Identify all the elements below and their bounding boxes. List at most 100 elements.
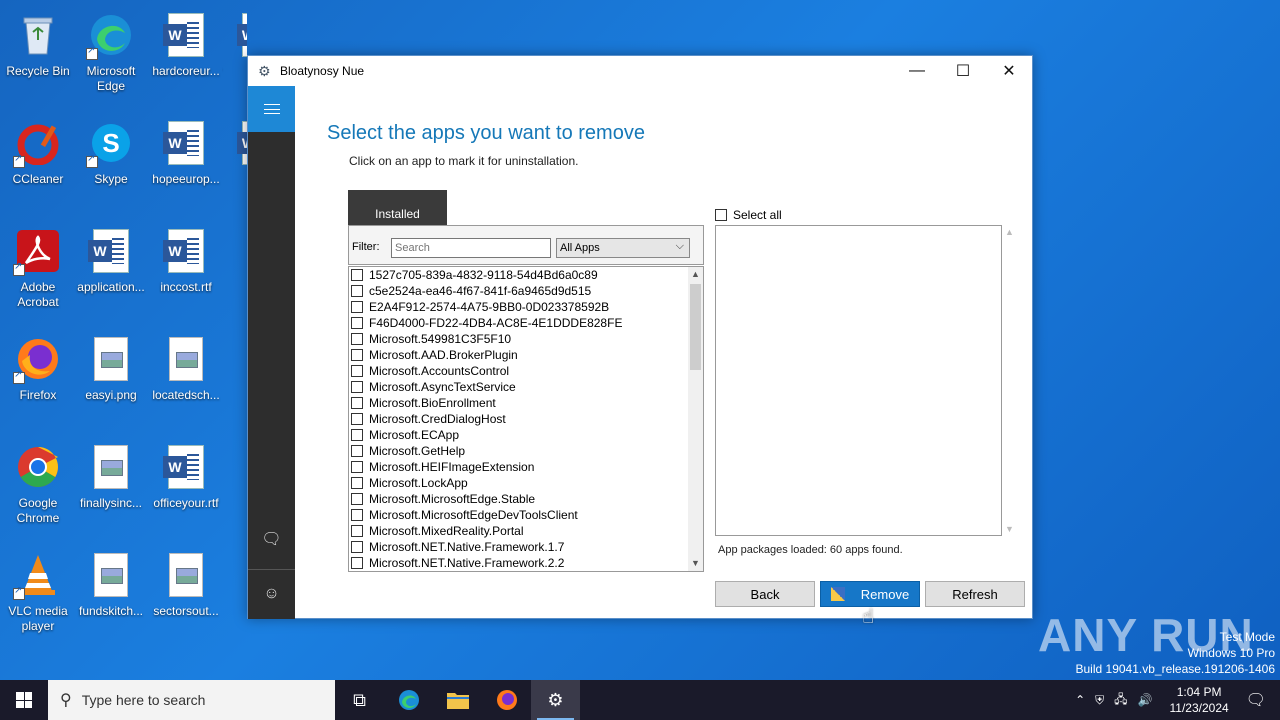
taskbar-file-explorer[interactable] (433, 680, 482, 720)
list-item[interactable]: Microsoft.549981C3F5F10 (349, 331, 703, 347)
desktop-icon-label: star (222, 64, 247, 79)
chevron-down-icon: ⌵ (675, 240, 684, 252)
scroll-thumb[interactable] (690, 284, 701, 370)
firefox-icon (496, 690, 517, 710)
task-view-icon: ⧉ (353, 689, 366, 710)
desktop-icon-vlc[interactable]: VLC media player (0, 546, 76, 650)
desktop-icon-star[interactable]: W star (222, 6, 247, 110)
search-input[interactable] (391, 238, 551, 258)
list-item[interactable]: F46D4000-FD22-4DB4-AC8E-4E1DDDE828FE (349, 315, 703, 331)
task-view-button[interactable]: ⧉ (335, 680, 384, 720)
shortcut-arrow-icon (13, 369, 25, 384)
list-item[interactable]: c5e2524a-ea46-4f67-841f-6a9465d9d515 (349, 283, 703, 299)
desktop-icon-locatedsch[interactable]: locatedsch... (148, 330, 224, 434)
hamburger-menu-button[interactable] (248, 86, 295, 132)
list-scrollbar[interactable]: ▲ ▼ (688, 267, 703, 571)
selected-apps-list[interactable] (715, 225, 1002, 536)
tab-installed[interactable]: Installed (348, 190, 447, 225)
checkbox-icon[interactable] (351, 541, 363, 553)
list-item[interactable]: Microsoft.LockApp (349, 475, 703, 491)
desktop-icon-skype[interactable]: S Skype (73, 114, 149, 218)
list-item[interactable]: Microsoft.MixedReality.Portal (349, 523, 703, 539)
checkbox-icon[interactable] (351, 461, 363, 473)
minimize-button[interactable]: — (894, 56, 940, 86)
desktop-icon-hardcoreur[interactable]: W hardcoreur... (148, 6, 224, 110)
checkbox-icon[interactable] (351, 285, 363, 297)
app-name: Microsoft.AsyncTextService (369, 380, 516, 394)
desktop-icon-officeyour[interactable]: W officeyour.rtf (148, 438, 224, 542)
checkbox-icon[interactable] (351, 317, 363, 329)
desktop-icon-recycle-bin[interactable]: Recycle Bin (0, 6, 76, 110)
close-button[interactable]: ✕ (986, 56, 1032, 86)
select-all-checkbox[interactable]: Select all (715, 208, 782, 222)
watermark-line: Test Mode (1219, 630, 1275, 644)
desktop-icon-wo[interactable]: W wo (222, 114, 247, 218)
list-item[interactable]: Microsoft.GetHelp (349, 443, 703, 459)
taskbar-bloatynosy[interactable]: ⚙ (531, 680, 580, 720)
checkbox-icon[interactable] (351, 413, 363, 425)
refresh-button[interactable]: Refresh (925, 581, 1025, 607)
title-bar[interactable]: ⚙ Bloatynosy Nue — ☐ ✕ (248, 56, 1032, 86)
checkbox-icon[interactable] (351, 477, 363, 489)
desktop-icon-edge[interactable]: Microsoft Edge (73, 6, 149, 110)
checkbox-icon[interactable] (351, 301, 363, 313)
notifications-icon[interactable]: 🗨 (1246, 690, 1266, 710)
checkbox-icon[interactable] (351, 429, 363, 441)
list-item[interactable]: Microsoft.HEIFImageExtension (349, 459, 703, 475)
desktop-icon-ccleaner[interactable]: CCleaner (0, 114, 76, 218)
list-item[interactable]: Microsoft.ECApp (349, 427, 703, 443)
checkbox-icon[interactable] (351, 493, 363, 505)
checkbox-icon[interactable] (351, 381, 363, 393)
checkbox-icon[interactable] (351, 445, 363, 457)
checkbox-icon[interactable] (351, 349, 363, 361)
desktop-icon-inccost[interactable]: W inccost.rtf (148, 222, 224, 326)
taskbar-edge[interactable] (384, 680, 433, 720)
desktop-icon-firefox[interactable]: Firefox (0, 330, 76, 434)
list-item[interactable]: 1527c705-839a-4832-9118-54d4Bd6a0c89 (349, 267, 703, 283)
list-item[interactable]: Microsoft.MicrosoftEdgeDevToolsClient (349, 507, 703, 523)
desktop-icon-fundskitch[interactable]: fundskitch... (73, 546, 149, 650)
list-item[interactable]: Microsoft.BioEnrollment (349, 395, 703, 411)
about-button[interactable]: ☺ (248, 574, 295, 614)
desktop-icon-finallysinc[interactable]: finallysinc... (73, 438, 149, 542)
installed-apps-list[interactable]: 1527c705-839a-4832-9118-54d4Bd6a0c89 c5e2… (348, 266, 704, 572)
image-file-icon (163, 336, 209, 382)
list-item[interactable]: Microsoft.AAD.BrokerPlugin (349, 347, 703, 363)
back-button[interactable]: Back (715, 581, 815, 607)
scroll-down-arrow-icon[interactable]: ▼ (688, 556, 703, 571)
taskbar-search[interactable]: ⚲ Type here to search (48, 680, 335, 720)
desktop-icon-adobe-acrobat[interactable]: Adobe Acrobat (0, 222, 76, 326)
list-item[interactable]: Microsoft.NET.Native.Framework.2.2 (349, 555, 703, 571)
list-item[interactable]: Microsoft.AsyncTextService (349, 379, 703, 395)
list-item[interactable]: Microsoft.MicrosoftEdge.Stable (349, 491, 703, 507)
remove-button-label: Remove (860, 586, 910, 602)
chevron-up-icon[interactable]: ⌃ (1075, 693, 1085, 707)
desktop-icon-hopeeurop[interactable]: W hopeeurop... (148, 114, 224, 218)
list-item[interactable]: Microsoft.CredDialogHost (349, 411, 703, 427)
checkbox-icon[interactable] (351, 269, 363, 281)
checkbox-icon[interactable] (351, 509, 363, 521)
app-filter-select[interactable]: All Apps ⌵ (556, 238, 690, 258)
desktop-icon-chrome[interactable]: Google Chrome (0, 438, 76, 542)
maximize-button[interactable]: ☐ (940, 56, 986, 86)
scroll-up-arrow-icon[interactable]: ▲ (688, 267, 703, 282)
start-button[interactable] (0, 680, 48, 720)
defender-icon[interactable]: ⛨ (1095, 693, 1104, 708)
taskbar-firefox[interactable] (482, 680, 531, 720)
list-item[interactable]: E2A4F912-2574-4A75-9BB0-0D023378592B (349, 299, 703, 315)
list-item[interactable]: Microsoft.AccountsControl (349, 363, 703, 379)
list-item[interactable]: Microsoft.NET.Native.Framework.1.7 (349, 539, 703, 555)
checkbox-icon[interactable] (351, 333, 363, 345)
checkbox-icon[interactable] (351, 365, 363, 377)
feedback-button[interactable]: 🗨 (248, 519, 295, 559)
desktop-icon-easyi[interactable]: easyi.png (73, 330, 149, 434)
selected-list-scrollbar[interactable]: ▲ ▼ (1003, 225, 1018, 536)
desktop-icon-sectorsout[interactable]: sectorsout... (148, 546, 224, 650)
clock[interactable]: 1:04 PM 11/23/2024 (1170, 684, 1229, 716)
checkbox-icon[interactable] (351, 397, 363, 409)
volume-icon[interactable]: 🔊 (1138, 693, 1153, 707)
checkbox-icon[interactable] (351, 525, 363, 537)
network-icon[interactable]: 🖧 (1114, 690, 1127, 711)
checkbox-icon[interactable] (351, 557, 363, 569)
desktop-icon-application[interactable]: W application... (73, 222, 149, 326)
